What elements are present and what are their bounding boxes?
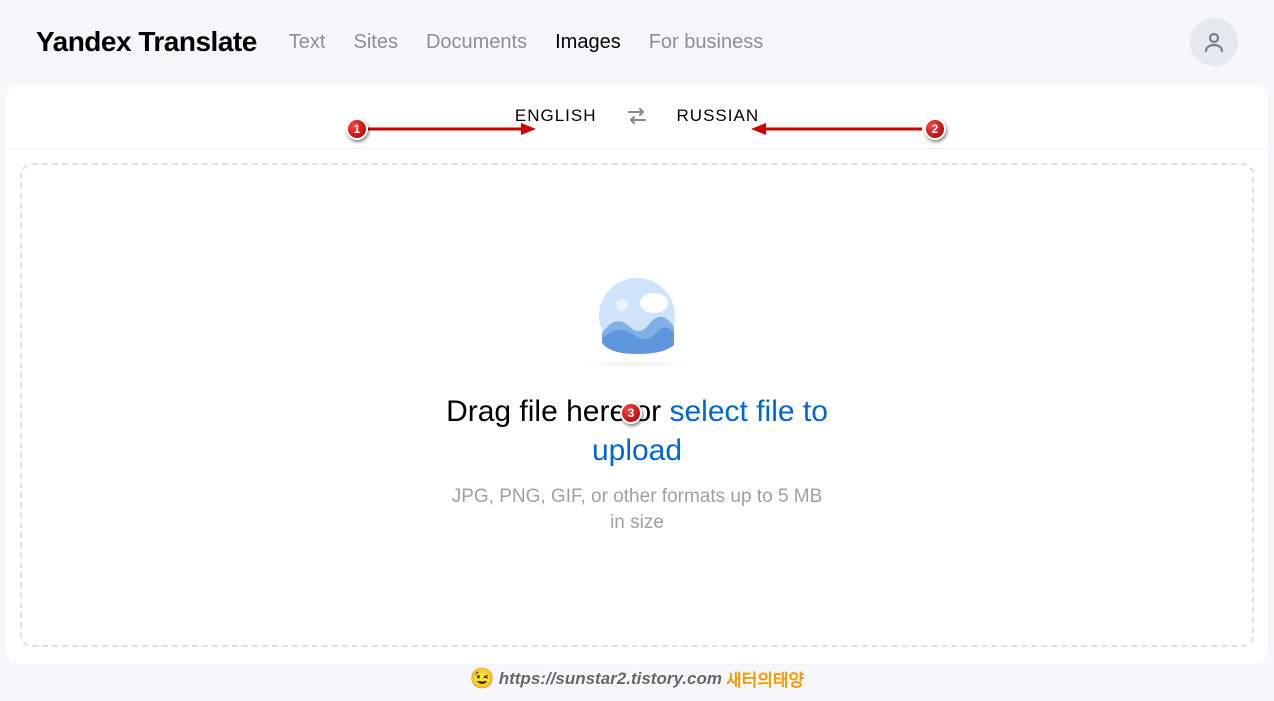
swap-languages-button[interactable] — [627, 107, 647, 125]
tab-images[interactable]: Images — [555, 31, 621, 54]
image-placeholder-icon — [596, 275, 678, 362]
tab-business[interactable]: For business — [649, 31, 764, 54]
drop-text: Drag file here or select file to upload — [437, 392, 837, 470]
language-bar: ENGLISH RUSSIAN — [6, 84, 1268, 149]
user-button[interactable] — [1190, 18, 1238, 66]
swap-icon — [627, 107, 647, 125]
watermark: 😉 https://sunstar2.tistory.com 새터의태양 — [470, 666, 804, 691]
watermark-korean: 새터의태양 — [726, 666, 804, 691]
nav-tabs: Text Sites Documents Images For business — [289, 31, 1190, 54]
target-language-button[interactable]: RUSSIAN — [677, 106, 760, 126]
watermark-url: https://sunstar2.tistory.com — [499, 669, 722, 689]
drop-hint: JPG, PNG, GIF, or other formats up to 5 … — [447, 484, 827, 535]
user-icon — [1202, 30, 1226, 54]
wink-emoji-icon: 😉 — [470, 666, 495, 691]
logo[interactable]: Yandex Translate — [36, 26, 257, 58]
tab-sites[interactable]: Sites — [353, 31, 397, 54]
drop-text-prefix: Drag file here or — [446, 395, 669, 428]
tab-text[interactable]: Text — [289, 31, 326, 54]
source-language-button[interactable]: ENGLISH — [515, 106, 597, 126]
header: Yandex Translate Text Sites Documents Im… — [0, 0, 1274, 84]
drop-area[interactable]: Drag file here or select file to upload … — [20, 163, 1254, 647]
main-panel: ENGLISH RUSSIAN Drag file here or select… — [6, 84, 1268, 664]
tab-documents[interactable]: Documents — [426, 31, 527, 54]
